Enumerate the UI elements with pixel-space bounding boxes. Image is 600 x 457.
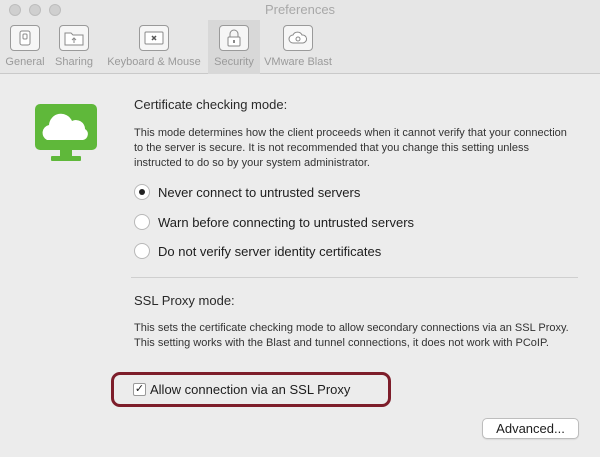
certificate-mode-title: Certificate checking mode:: [134, 97, 288, 112]
radio-do-not-verify-label: Do not verify server identity certificat…: [158, 243, 382, 259]
tab-vmware-blast-label: VMware Blast: [264, 56, 332, 68]
ssl-proxy-title: SSL Proxy mode:: [134, 293, 235, 308]
ssl-proxy-checkbox-label: Allow connection via an SSL Proxy: [150, 382, 351, 397]
section-divider: [131, 277, 578, 278]
radio-button[interactable]: [134, 214, 150, 230]
tab-keyboard-mouse[interactable]: Keyboard & Mouse: [100, 20, 208, 74]
tab-security-label: Security: [214, 56, 254, 68]
radio-never-connect-label: Never connect to untrusted servers: [158, 184, 361, 200]
cloud-icon: [283, 25, 313, 51]
preferences-toolbar: General Sharing Keyboard & Mouse Securit…: [2, 20, 336, 74]
certificate-mode-description: This mode determines how the client proc…: [134, 127, 567, 169]
ssl-proxy-description: This sets the certificate checking mode …: [134, 322, 569, 349]
checkmark-icon: ✓: [134, 383, 145, 395]
general-icon: [10, 25, 40, 51]
keyboard-icon: [139, 25, 169, 51]
tab-sharing-label: Sharing: [55, 56, 93, 68]
radio-button[interactable]: [134, 243, 150, 259]
window-title: Preferences: [264, 2, 336, 17]
tab-general-label: General: [5, 56, 45, 68]
radio-never-connect[interactable]: Never connect to untrusted servers: [134, 184, 360, 200]
advanced-button[interactable]: Advanced...: [482, 418, 579, 439]
radio-warn-before[interactable]: Warn before connecting to untrusted serv…: [134, 214, 414, 230]
tab-vmware-blast[interactable]: VMware Blast: [260, 20, 336, 74]
ssl-proxy-checkbox[interactable]: ✓: [133, 383, 146, 396]
ssl-proxy-checkbox-row[interactable]: ✓ Allow connection via an SSL Proxy: [133, 382, 350, 397]
sharing-folder-icon: [59, 25, 89, 51]
radio-do-not-verify[interactable]: Do not verify server identity certificat…: [134, 243, 381, 259]
tab-general[interactable]: General: [2, 20, 48, 74]
preferences-window: Preferences General Sharing Keyboard & M…: [0, 0, 600, 457]
tab-keyboard-mouse-label: Keyboard & Mouse: [107, 56, 201, 68]
radio-warn-before-label: Warn before connecting to untrusted serv…: [158, 214, 415, 230]
security-pane: Certificate checking mode: This mode det…: [0, 75, 600, 457]
tab-security[interactable]: Security: [208, 20, 260, 74]
title-bar: Preferences General Sharing Keyboard & M…: [0, 0, 600, 74]
radio-button[interactable]: [134, 184, 150, 200]
radio-selected-dot: [139, 189, 145, 195]
tab-sharing[interactable]: Sharing: [48, 20, 100, 74]
lock-icon: [219, 25, 249, 51]
horizon-client-logo: [33, 102, 99, 164]
